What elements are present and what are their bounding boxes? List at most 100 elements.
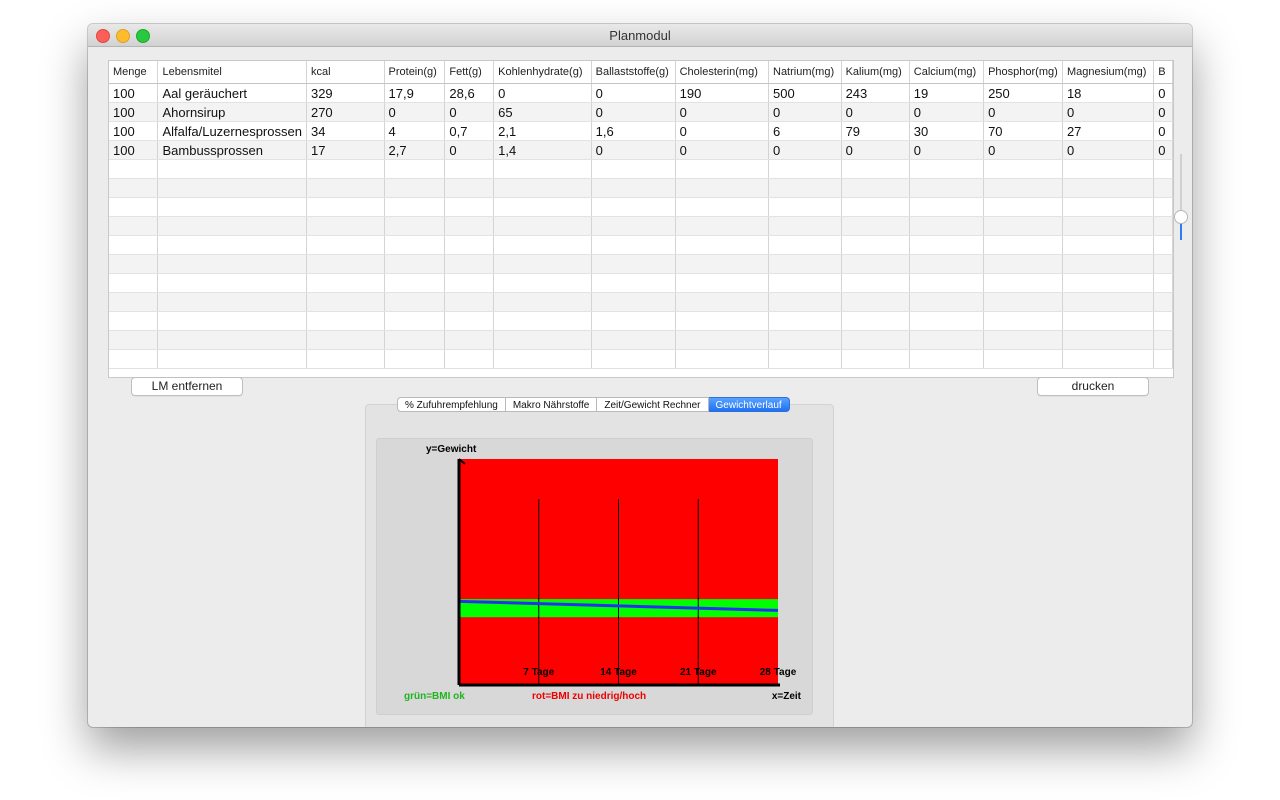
table-cell[interactable] xyxy=(909,178,985,198)
table-cell[interactable] xyxy=(384,197,446,217)
table-cell[interactable] xyxy=(157,235,307,255)
table-cell[interactable] xyxy=(493,273,592,293)
table-cell[interactable]: 0 xyxy=(1062,140,1155,160)
table-cell[interactable]: 0 xyxy=(493,83,592,103)
table-cell[interactable] xyxy=(384,159,446,179)
table-cell[interactable]: 270 xyxy=(306,102,385,122)
table-cell[interactable] xyxy=(768,197,842,217)
table-cell[interactable] xyxy=(306,216,385,236)
table-cell[interactable]: 70 xyxy=(983,121,1063,141)
table-cell[interactable] xyxy=(675,254,770,274)
table-cell[interactable] xyxy=(384,292,446,312)
table-cell[interactable] xyxy=(591,178,676,198)
table-cell[interactable] xyxy=(1153,159,1173,179)
table-cell[interactable] xyxy=(768,216,842,236)
table-cell[interactable]: 1,4 xyxy=(493,140,592,160)
column-header[interactable]: Natrium(mg) xyxy=(768,61,842,84)
table-cell[interactable]: 4 xyxy=(384,121,446,141)
food-table[interactable]: Menge Lebensmitel kcal Protein(g) Fett(g) Koh… xyxy=(109,61,1173,369)
table-cell[interactable]: 79 xyxy=(841,121,910,141)
empty-table-row[interactable] xyxy=(109,197,1173,217)
table-cell[interactable]: 27 xyxy=(1062,121,1155,141)
column-header[interactable]: Magnesium(mg) xyxy=(1062,61,1155,84)
table-cell[interactable] xyxy=(157,292,307,312)
table-cell[interactable]: Bambussprossen xyxy=(157,140,307,160)
table-cell[interactable] xyxy=(841,254,910,274)
table-cell[interactable] xyxy=(157,197,307,217)
table-cell[interactable] xyxy=(1062,254,1155,274)
table-cell[interactable] xyxy=(841,178,910,198)
table-cell[interactable]: Alfalfa/Luzernesprossen xyxy=(157,121,307,141)
table-cell[interactable] xyxy=(1062,349,1155,369)
table-cell[interactable] xyxy=(157,216,307,236)
table-cell[interactable] xyxy=(768,235,842,255)
table-cell[interactable]: 0 xyxy=(591,102,676,122)
table-cell[interactable] xyxy=(444,330,495,350)
table-cell[interactable] xyxy=(306,349,385,369)
table-cell[interactable] xyxy=(444,349,495,369)
table-cell[interactable] xyxy=(306,235,385,255)
column-header[interactable]: Calcium(mg) xyxy=(909,61,985,84)
table-cell[interactable] xyxy=(768,330,842,350)
table-cell[interactable] xyxy=(841,292,910,312)
table-cell[interactable] xyxy=(157,159,307,179)
tab-3[interactable]: Gewichtverlauf xyxy=(708,397,790,412)
table-cell[interactable] xyxy=(675,311,770,331)
table-cell[interactable]: 17,9 xyxy=(384,83,446,103)
table-cell[interactable] xyxy=(493,292,592,312)
empty-table-row[interactable] xyxy=(109,311,1173,331)
table-cell[interactable] xyxy=(841,311,910,331)
table-cell[interactable] xyxy=(591,197,676,217)
table-cell[interactable] xyxy=(768,273,842,293)
empty-table-row[interactable] xyxy=(109,235,1173,255)
table-row[interactable]: 100 Ahornsirup 270 0 0 65 0 0 0 0 0 0 0 0 xyxy=(109,102,1173,122)
table-cell[interactable] xyxy=(444,178,495,198)
table-cell[interactable]: 1,6 xyxy=(591,121,676,141)
table-cell[interactable]: 100 xyxy=(109,83,159,103)
table-cell[interactable] xyxy=(1062,292,1155,312)
table-cell[interactable]: 0 xyxy=(768,102,842,122)
table-cell[interactable] xyxy=(109,254,159,274)
column-header[interactable]: Kohlenhydrate(g) xyxy=(493,61,592,84)
table-cell[interactable] xyxy=(444,159,495,179)
table-cell[interactable]: 0 xyxy=(675,102,770,122)
column-header[interactable]: Menge xyxy=(109,61,159,84)
table-cell[interactable]: 17 xyxy=(306,140,385,160)
table-cell[interactable]: 0 xyxy=(1153,121,1173,141)
table-cell[interactable] xyxy=(591,235,676,255)
table-cell[interactable] xyxy=(983,197,1063,217)
table-cell[interactable]: 19 xyxy=(909,83,985,103)
table-cell[interactable] xyxy=(157,330,307,350)
table-cell[interactable] xyxy=(444,311,495,331)
table-cell[interactable] xyxy=(983,159,1063,179)
tab-2[interactable]: Zeit/Gewicht Rechner xyxy=(597,397,709,412)
table-cell[interactable]: 0 xyxy=(444,102,495,122)
table-cell[interactable] xyxy=(493,216,592,236)
table-cell[interactable] xyxy=(675,197,770,217)
table-cell[interactable] xyxy=(157,311,307,331)
tab-1[interactable]: Makro Nährstoffe xyxy=(505,397,598,412)
food-table-container[interactable]: Menge Lebensmitel kcal Protein(g) Fett(g) Koh… xyxy=(108,60,1174,378)
tab-0[interactable]: % Zufuhrempfehlung xyxy=(397,397,506,412)
table-cell[interactable]: 329 xyxy=(306,83,385,103)
table-cell[interactable]: 250 xyxy=(983,83,1063,103)
table-cell[interactable] xyxy=(675,235,770,255)
table-cell[interactable] xyxy=(909,197,985,217)
table-cell[interactable]: 28,6 xyxy=(444,83,495,103)
table-row[interactable]: 100 Aal geräuchert 329 17,9 28,6 0 0 190 500 243 1… xyxy=(109,83,1173,103)
table-cell[interactable] xyxy=(1062,330,1155,350)
table-cell[interactable]: 0 xyxy=(1153,140,1173,160)
slider-knob[interactable] xyxy=(1174,210,1188,224)
table-cell[interactable]: 18 xyxy=(1062,83,1155,103)
table-cell[interactable] xyxy=(444,235,495,255)
empty-table-row[interactable] xyxy=(109,159,1173,179)
column-header[interactable]: Kalium(mg) xyxy=(841,61,910,84)
table-cell[interactable] xyxy=(983,254,1063,274)
empty-table-row[interactable] xyxy=(109,178,1173,198)
print-button[interactable]: drucken xyxy=(1037,377,1149,396)
table-cell[interactable] xyxy=(675,292,770,312)
column-header[interactable]: Ballaststoffe(g) xyxy=(591,61,676,84)
table-cell[interactable] xyxy=(909,216,985,236)
table-cell[interactable] xyxy=(841,216,910,236)
table-cell[interactable] xyxy=(1062,159,1155,179)
